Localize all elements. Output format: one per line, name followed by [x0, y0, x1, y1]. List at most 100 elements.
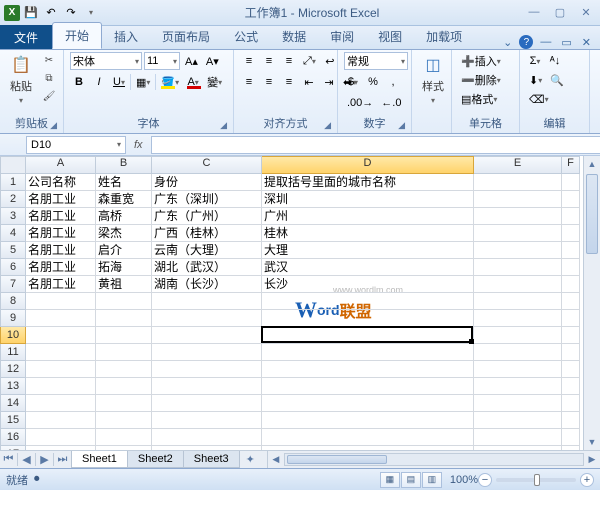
scroll-left-icon[interactable]: ◀: [268, 454, 284, 465]
view-pagelayout-icon[interactable]: ▤: [401, 472, 421, 488]
cell-D11[interactable]: [262, 344, 474, 361]
row-header-8[interactable]: 8: [0, 293, 26, 310]
row-header-1[interactable]: 1: [0, 174, 26, 191]
workbook-restore-icon[interactable]: ▭: [558, 36, 574, 49]
row-header-7[interactable]: 7: [0, 276, 26, 293]
comma-format-icon[interactable]: ,: [384, 73, 402, 91]
col-header-B[interactable]: B: [96, 156, 152, 174]
number-launcher[interactable]: ◢: [398, 120, 405, 131]
font-launcher[interactable]: ◢: [220, 120, 227, 131]
cell-B10[interactable]: [96, 327, 152, 344]
cell-C16[interactable]: [152, 429, 262, 446]
cell-B1[interactable]: 姓名: [96, 174, 152, 191]
cell-D5[interactable]: 大理: [262, 242, 474, 259]
accounting-format-icon[interactable]: $▾: [344, 73, 362, 91]
vscroll-thumb[interactable]: [586, 174, 598, 254]
cell-D12[interactable]: [262, 361, 474, 378]
cell-A3[interactable]: 名朋工业: [26, 208, 96, 225]
styles-button[interactable]: ◫样式▾: [418, 52, 448, 107]
fill-color-button[interactable]: 🪣▾: [158, 73, 182, 91]
cell-E6[interactable]: [474, 259, 562, 276]
alignment-launcher[interactable]: ◢: [324, 120, 331, 131]
select-all-corner[interactable]: [0, 156, 26, 174]
col-header-D[interactable]: D: [262, 156, 474, 174]
increase-font-icon[interactable]: A▴: [182, 52, 201, 70]
cell-D2[interactable]: 深圳: [262, 191, 474, 208]
cell-F7[interactable]: [562, 276, 580, 293]
cell-E2[interactable]: [474, 191, 562, 208]
border-button[interactable]: ▦▾: [133, 73, 153, 91]
cell-D8[interactable]: [262, 293, 474, 310]
cell-E3[interactable]: [474, 208, 562, 225]
row-header-9[interactable]: 9: [0, 310, 26, 327]
row-header-6[interactable]: 6: [0, 259, 26, 276]
cell-C11[interactable]: [152, 344, 262, 361]
tab-data[interactable]: 数据: [270, 24, 318, 49]
tab-review[interactable]: 审阅: [318, 24, 366, 49]
zoom-out-button[interactable]: −: [478, 473, 492, 487]
sheet-tab-sheet1[interactable]: Sheet1: [71, 451, 128, 468]
cell-D4[interactable]: 桂林: [262, 225, 474, 242]
cell-F16[interactable]: [562, 429, 580, 446]
row-header-12[interactable]: 12: [0, 361, 26, 378]
cell-E15[interactable]: [474, 412, 562, 429]
clipboard-launcher[interactable]: ◢: [50, 120, 57, 131]
row-header-10[interactable]: 10: [0, 327, 26, 344]
sheet-nav-next-icon[interactable]: ▶: [36, 453, 54, 466]
cell-A12[interactable]: [26, 361, 96, 378]
cells-delete-button[interactable]: ➖删除▾: [458, 71, 504, 89]
cell-B11[interactable]: [96, 344, 152, 361]
cell-C3[interactable]: 广东（广州）: [152, 208, 262, 225]
decrease-decimal-icon[interactable]: ←.0: [378, 94, 404, 112]
col-header-F[interactable]: F: [562, 156, 580, 174]
bold-button[interactable]: B: [70, 73, 88, 91]
sort-filter-icon[interactable]: ᴬ↓: [546, 52, 564, 70]
tab-home[interactable]: 开始: [52, 22, 102, 49]
scroll-right-icon[interactable]: ▶: [584, 454, 600, 465]
zoom-slider[interactable]: [496, 478, 576, 482]
align-middle-icon[interactable]: ≡: [260, 52, 278, 70]
cell-E13[interactable]: [474, 378, 562, 395]
col-header-C[interactable]: C: [152, 156, 262, 174]
cell-E5[interactable]: [474, 242, 562, 259]
view-pagebreak-icon[interactable]: ▥: [422, 472, 442, 488]
cell-C13[interactable]: [152, 378, 262, 395]
qat-redo-icon[interactable]: ↷: [62, 4, 80, 22]
align-center-icon[interactable]: ≡: [260, 73, 278, 91]
wrap-text-icon[interactable]: ↩: [321, 52, 339, 70]
cell-A10[interactable]: [26, 327, 96, 344]
cell-C6[interactable]: 湖北（武汉）: [152, 259, 262, 276]
new-sheet-icon[interactable]: ✦: [240, 453, 261, 466]
align-left-icon[interactable]: ≡: [240, 73, 258, 91]
cell-D13[interactable]: [262, 378, 474, 395]
hscroll-thumb[interactable]: [287, 455, 387, 464]
zoom-in-button[interactable]: +: [580, 473, 594, 487]
sheet-tab-sheet3[interactable]: Sheet3: [183, 451, 240, 468]
cell-A9[interactable]: [26, 310, 96, 327]
italic-button[interactable]: I: [90, 73, 108, 91]
cell-D1[interactable]: 提取括号里面的城市名称: [262, 174, 474, 191]
align-right-icon[interactable]: ≡: [280, 73, 298, 91]
scroll-down-icon[interactable]: ▼: [584, 434, 600, 450]
cell-C9[interactable]: [152, 310, 262, 327]
orientation-icon[interactable]: ⤢▾: [300, 52, 319, 70]
help-icon[interactable]: ?: [519, 35, 533, 49]
cell-C15[interactable]: [152, 412, 262, 429]
sheet-nav-last-icon[interactable]: ⏭: [54, 453, 72, 466]
cell-E14[interactable]: [474, 395, 562, 412]
decrease-font-icon[interactable]: A▾: [203, 52, 222, 70]
phonetic-button[interactable]: 變▾: [204, 73, 225, 91]
format-painter-icon[interactable]: 🖌: [40, 88, 58, 104]
cell-A14[interactable]: [26, 395, 96, 412]
workbook-close-icon[interactable]: ✕: [579, 36, 594, 49]
cell-C7[interactable]: 湖南（长沙）: [152, 276, 262, 293]
sheet-nav-first-icon[interactable]: ⏮: [0, 453, 18, 466]
cell-C4[interactable]: 广西（桂林）: [152, 225, 262, 242]
find-select-icon[interactable]: 🔍: [547, 71, 567, 89]
cell-C14[interactable]: [152, 395, 262, 412]
cell-A11[interactable]: [26, 344, 96, 361]
tab-pagelayout[interactable]: 页面布局: [150, 24, 222, 49]
cell-D9[interactable]: [262, 310, 474, 327]
tab-insert[interactable]: 插入: [102, 24, 150, 49]
cell-C12[interactable]: [152, 361, 262, 378]
